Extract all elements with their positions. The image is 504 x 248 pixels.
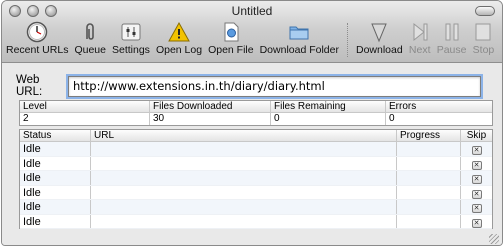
files-remaining-value: 0 [271, 113, 386, 125]
downloads-table: Status URL Progress Skip Idle ✕ Idle ✕ I… [19, 129, 493, 229]
stop-icon [472, 21, 494, 43]
downloads-rows: Idle ✕ Idle ✕ Idle ✕ Idle ✕ Idle ✕ Idle … [20, 142, 492, 229]
window-title: Untitled [231, 4, 273, 18]
column-header-errors[interactable]: Errors [386, 101, 492, 112]
column-header-progress[interactable]: Progress [397, 130, 461, 141]
row-progress [397, 185, 461, 199]
row-status: Idle [20, 185, 91, 199]
column-header-files-downloaded[interactable]: Files Downloaded [150, 101, 271, 112]
row-progress [397, 171, 461, 185]
settings-button[interactable]: Settings [112, 21, 150, 56]
folder-icon [288, 21, 310, 43]
unified-toolbar: Untitled Recent URLs Queue Settings Open… [2, 1, 502, 63]
files-downloaded-value: 30 [150, 113, 271, 125]
table-row[interactable]: Idle ✕ [20, 156, 492, 171]
toolbar-separator [346, 23, 348, 57]
row-skip-cell: ✕ [461, 171, 492, 185]
skip-button[interactable]: ✕ [471, 146, 482, 155]
open-file-label: Open File [208, 44, 254, 56]
main-content: Web URL: http://www.extensions.in.th/dia… [2, 63, 502, 245]
table-row[interactable]: Idle ✕ [20, 142, 492, 157]
stats-header-row: Level Files Downloaded Files Remaining E… [20, 101, 492, 113]
row-status: Idle [20, 200, 91, 214]
row-skip-cell: ✕ [461, 215, 492, 229]
row-url [91, 171, 397, 185]
pause-icon [441, 21, 463, 43]
row-skip-cell: ✕ [461, 142, 492, 156]
next-icon [409, 21, 431, 43]
column-header-files-remaining[interactable]: Files Remaining [271, 101, 386, 112]
column-header-status[interactable]: Status [20, 130, 91, 141]
skip-button[interactable]: ✕ [471, 218, 482, 228]
settings-label: Settings [111, 44, 150, 56]
column-header-url[interactable]: URL [91, 130, 397, 141]
toolbar-toggle-button[interactable] [475, 6, 495, 16]
row-progress [397, 156, 461, 170]
row-progress [397, 200, 461, 214]
skip-button[interactable]: ✕ [471, 189, 482, 199]
url-label: Web URL: [16, 74, 43, 98]
stats-value-row: 2 30 0 0 [20, 113, 492, 125]
toolbar: Recent URLs Queue Settings Open Log Open… [6, 21, 500, 61]
row-url [91, 185, 397, 199]
row-skip-cell: ✕ [461, 157, 492, 171]
row-status: Idle [20, 142, 91, 156]
stop-label: Stop [472, 44, 495, 56]
row-status: Idle [20, 156, 91, 170]
stop-button[interactable]: Stop [472, 21, 494, 56]
row-progress [397, 142, 461, 156]
recent-urls-label: Recent URLs [6, 44, 69, 56]
skip-button[interactable]: ✕ [471, 204, 482, 213]
skip-button[interactable]: ✕ [471, 160, 482, 170]
paperclip-icon [79, 21, 101, 43]
warning-icon [168, 21, 190, 43]
table-row[interactable]: Idle ✕ [20, 200, 492, 215]
column-header-level[interactable]: Level [20, 101, 150, 112]
queue-button[interactable]: Queue [74, 21, 106, 56]
row-skip-cell: ✕ [461, 186, 492, 200]
downloads-header-row: Status URL Progress Skip [20, 130, 492, 142]
download-folder-button[interactable]: Download Folder [260, 21, 339, 56]
clock-icon [26, 21, 48, 43]
row-url [91, 200, 397, 214]
file-icon [220, 21, 242, 43]
open-log-button[interactable]: Open Log [156, 21, 202, 56]
table-row[interactable]: Idle ✕ [20, 214, 492, 229]
download-folder-label: Download Folder [259, 44, 339, 56]
row-url [91, 142, 397, 156]
url-input[interactable]: http://www.extensions.in.th/diary/diary.… [68, 75, 481, 97]
open-log-label: Open Log [155, 44, 203, 56]
row-progress [397, 214, 461, 228]
level-value: 2 [20, 113, 150, 125]
download-button[interactable]: Download [356, 21, 403, 56]
next-button[interactable]: Next [409, 21, 431, 56]
row-skip-cell: ✕ [461, 200, 492, 214]
pause-button[interactable]: Pause [436, 21, 467, 56]
row-url [91, 156, 397, 170]
stats-table: Level Files Downloaded Files Remaining E… [19, 100, 493, 126]
table-row[interactable]: Idle ✕ [20, 171, 492, 186]
sliders-icon [120, 21, 142, 43]
download-arrow-icon [368, 21, 390, 43]
row-status: Idle [20, 214, 91, 228]
url-row: Web URL: http://www.extensions.in.th/dia… [16, 74, 481, 98]
next-label: Next [408, 44, 431, 56]
row-status: Idle [20, 171, 91, 185]
resize-grip[interactable] [489, 234, 499, 244]
table-row[interactable]: Idle ✕ [20, 185, 492, 200]
queue-label: Queue [74, 44, 106, 56]
errors-value: 0 [389, 113, 395, 124]
pause-label: Pause [436, 44, 467, 56]
download-label: Download [355, 44, 403, 56]
row-url [91, 214, 397, 228]
recent-urls-button[interactable]: Recent URLs [6, 21, 68, 56]
skip-button[interactable]: ✕ [471, 175, 482, 184]
app-window: Untitled Recent URLs Queue Settings Open… [1, 0, 503, 246]
column-header-skip[interactable]: Skip [461, 130, 492, 141]
open-file-button[interactable]: Open File [208, 21, 254, 56]
